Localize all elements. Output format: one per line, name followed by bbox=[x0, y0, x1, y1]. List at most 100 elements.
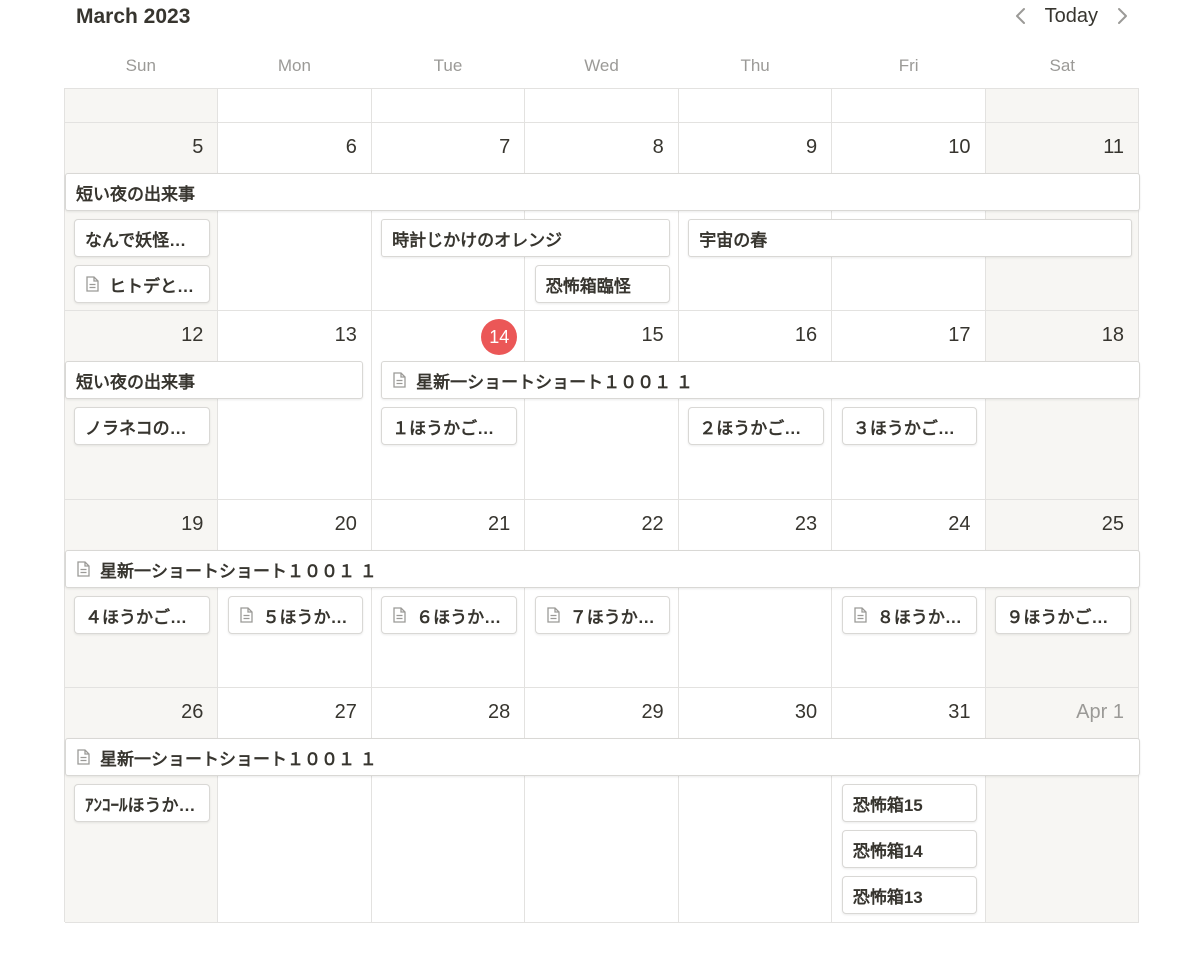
weekday-label: Sat bbox=[1049, 56, 1076, 75]
calendar-day-cell[interactable]: 13 bbox=[218, 311, 372, 500]
calendar-day-cell[interactable]: 12 bbox=[65, 311, 219, 500]
event-title: 短い夜の出来事 bbox=[76, 372, 195, 392]
calendar-day-cell[interactable]: 14 bbox=[371, 311, 526, 500]
day-number: 19 bbox=[181, 513, 204, 535]
calendar-event[interactable]: ２ほうかご… bbox=[688, 407, 824, 445]
day-number: 27 bbox=[334, 701, 357, 723]
calendar-event[interactable]: 短い夜の出来事 bbox=[65, 173, 1140, 211]
event-title: 恐怖箱15 bbox=[852, 795, 923, 815]
calendar-event[interactable]: ノラネコの… bbox=[74, 407, 210, 445]
calendar-week: 12 13 14 15 16 17 18 bbox=[65, 311, 1139, 500]
calendar-event[interactable]: 星新一ショートショート１００１ １ bbox=[65, 550, 1140, 588]
calendar-day-cell[interactable]: 6 bbox=[218, 123, 372, 311]
calendar-day-cell[interactable]: 15 bbox=[525, 311, 679, 500]
calendar-day-cell[interactable]: 7 bbox=[371, 123, 526, 311]
day-number: 12 bbox=[181, 324, 204, 346]
event-title: ｱﾝｺｰﾙほうか… bbox=[85, 795, 196, 815]
calendar-day-cell[interactable]: 27 bbox=[218, 688, 372, 923]
calendar-event[interactable]: 恐怖箱13 bbox=[841, 876, 978, 914]
page-icon bbox=[77, 749, 90, 765]
day-number: 10 bbox=[948, 136, 971, 158]
day-number: 26 bbox=[181, 701, 204, 723]
calendar-day-cell[interactable]: 9 bbox=[678, 123, 833, 311]
calendar-event[interactable]: １ほうかご… bbox=[381, 407, 517, 445]
day-number: 8 bbox=[652, 136, 664, 158]
calendar-day-cell[interactable]: 22 bbox=[525, 500, 679, 688]
calendar-day-cell[interactable]: 11 bbox=[985, 123, 1139, 311]
calendar-day-cell[interactable]: 19 bbox=[65, 500, 219, 688]
calendar-day-cell[interactable] bbox=[678, 89, 833, 123]
calendar-day-cell[interactable] bbox=[832, 89, 986, 123]
calendar-week: 19 20 21 22 23 24 25 bbox=[65, 500, 1139, 688]
calendar-day-cell[interactable] bbox=[371, 89, 526, 123]
calendar-event[interactable]: ｱﾝｺｰﾙほうか… bbox=[74, 784, 210, 822]
calendar-nav: Today bbox=[1011, 4, 1132, 28]
chevron-right-icon[interactable] bbox=[1112, 4, 1132, 28]
calendar-day-cell[interactable]: 23 bbox=[678, 500, 833, 688]
event-title: ６ほうか… bbox=[416, 607, 502, 627]
event-title: ２ほうかご… bbox=[699, 418, 802, 438]
calendar-day-cell[interactable]: 21 bbox=[371, 500, 526, 688]
today-button[interactable]: Today bbox=[1045, 5, 1098, 28]
calendar-day-cell[interactable]: 28 bbox=[371, 688, 526, 923]
month-title: March 2023 bbox=[76, 5, 191, 28]
calendar-event[interactable]: 星新一ショートショート１００１ １ bbox=[65, 738, 1140, 776]
day-number: 18 bbox=[1101, 324, 1124, 346]
chevron-left-icon[interactable] bbox=[1011, 4, 1031, 28]
weekday-label: Fri bbox=[898, 56, 919, 75]
day-number: 11 bbox=[1103, 136, 1124, 158]
weekday-label: Wed bbox=[584, 56, 619, 75]
calendar-day-cell[interactable]: 29 bbox=[525, 688, 679, 923]
calendar-day-cell[interactable] bbox=[218, 89, 372, 123]
calendar-day-cell[interactable] bbox=[985, 89, 1139, 123]
calendar-day-cell[interactable]: 30 bbox=[678, 688, 833, 923]
event-title: 恐怖箱臨怪 bbox=[545, 276, 631, 296]
calendar-day-cell[interactable]: 16 bbox=[678, 311, 833, 500]
weekday-header: Sun Mon Tue Wed Thu Fri Sat bbox=[64, 52, 1139, 82]
calendar-event[interactable]: ９ほうかご… bbox=[995, 596, 1131, 634]
calendar-event[interactable]: ７ほうか… bbox=[534, 596, 671, 634]
calendar-event[interactable]: ヒトデと… bbox=[74, 265, 210, 303]
calendar-grid: 5 6 7 8 9 10 11 12 13 14 15 16 17 18 19 20 21 22 23 24 25 26 2… bbox=[64, 88, 1140, 923]
calendar-event[interactable]: 恐怖箱臨怪 bbox=[534, 265, 671, 303]
calendar-day-cell[interactable] bbox=[525, 89, 679, 123]
day-number: 30 bbox=[794, 701, 818, 723]
calendar-event[interactable]: 星新一ショートショート１００１ １ bbox=[381, 361, 1140, 399]
calendar-day-cell[interactable]: 18 bbox=[985, 311, 1139, 500]
calendar-event[interactable]: ６ほうか… bbox=[381, 596, 517, 634]
calendar-event[interactable]: 恐怖箱15 bbox=[841, 784, 978, 822]
calendar-event[interactable]: なんで妖怪… bbox=[74, 219, 210, 257]
day-number: 24 bbox=[948, 513, 971, 535]
page-icon bbox=[547, 607, 560, 623]
calendar-day-cell[interactable]: 25 bbox=[985, 500, 1139, 688]
calendar-day-cell[interactable]: 17 bbox=[832, 311, 986, 500]
event-title: 宇宙の春 bbox=[699, 230, 768, 250]
calendar-event[interactable]: ８ほうか… bbox=[841, 596, 978, 634]
day-number: 15 bbox=[641, 324, 664, 346]
calendar-event[interactable]: ４ほうかご… bbox=[74, 596, 210, 634]
weekday-label: Mon bbox=[277, 56, 311, 75]
day-number: 20 bbox=[334, 513, 357, 535]
calendar-event[interactable]: 恐怖箱14 bbox=[841, 830, 978, 868]
event-title: 星新一ショートショート１００１ １ bbox=[100, 749, 377, 769]
calendar-event[interactable]: 時計じかけのオレンジ bbox=[381, 219, 671, 257]
calendar-event[interactable]: 宇宙の春 bbox=[688, 219, 1132, 257]
event-title: ４ほうかご… bbox=[85, 607, 187, 627]
calendar-day-cell[interactable]: 20 bbox=[218, 500, 372, 688]
event-title: 短い夜の出来事 bbox=[76, 184, 195, 204]
day-number: 5 bbox=[192, 136, 204, 158]
calendar-day-cell[interactable]: 10 bbox=[832, 123, 986, 311]
page-icon bbox=[854, 607, 867, 623]
today-date-badge: 14 bbox=[481, 319, 518, 355]
event-title: ノラネコの… bbox=[85, 418, 187, 438]
calendar-event[interactable]: 短い夜の出来事 bbox=[65, 361, 364, 399]
day-number: 29 bbox=[641, 701, 664, 723]
calendar-day-cell[interactable]: 24 bbox=[832, 500, 986, 688]
calendar-week: 26 27 28 29 30 31 Apr 1 bbox=[65, 688, 1139, 923]
calendar-event[interactable]: ５ほうか… bbox=[227, 596, 364, 634]
calendar-day-cell[interactable]: Apr 1 bbox=[985, 688, 1139, 923]
calendar-event[interactable]: ３ほうかご… bbox=[841, 407, 978, 445]
calendar-day-cell[interactable] bbox=[65, 89, 219, 123]
event-title: ７ほうか… bbox=[569, 607, 655, 627]
event-title: ヒトデと… bbox=[109, 276, 194, 296]
